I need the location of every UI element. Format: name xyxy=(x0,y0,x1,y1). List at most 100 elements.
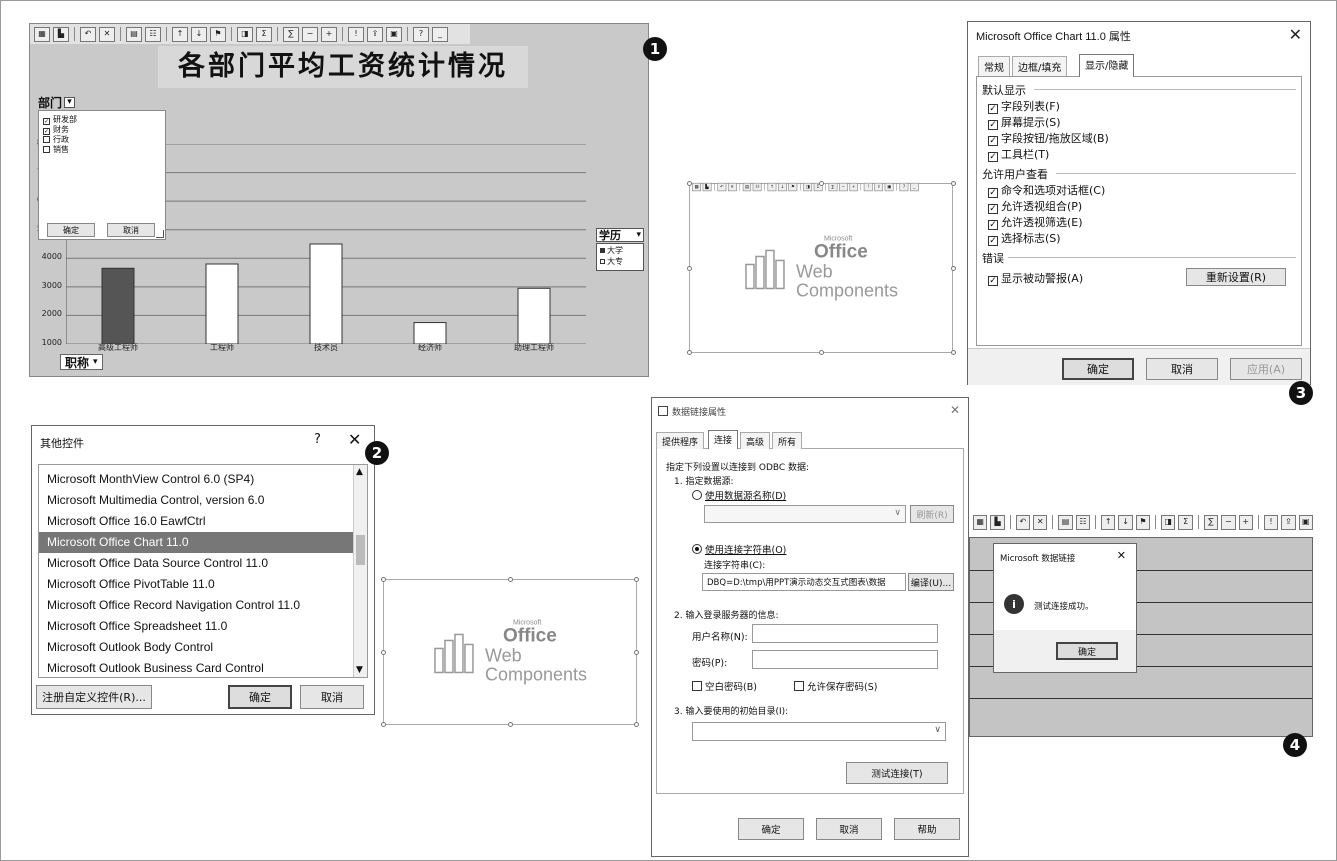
cancel-button[interactable]: 取消 xyxy=(816,818,882,840)
cancel-button[interactable]: 取消 xyxy=(300,685,364,709)
option-checkbox[interactable]: ✓ 命令和选项对话框(C) xyxy=(988,182,1105,198)
unknown-icon[interactable]: ▣ xyxy=(1298,514,1313,530)
tab-2[interactable]: 高级 xyxy=(740,432,771,449)
owc-chart-placeholder[interactable]: ▦ ▙ ↶ ✕ ▤ ☷ ↑ ↓ ⚑ ◨ Σ ∑ − +! ⇪ ▣? _ Microsoft Office Web… xyxy=(689,182,953,353)
refresh-icon[interactable]: ! xyxy=(864,182,873,191)
sort-asc-icon[interactable]: ↑ xyxy=(172,26,188,42)
chart-type-icon[interactable]: ▙ xyxy=(53,26,69,42)
blank-password-checkbox[interactable]: 空白密码(B) xyxy=(692,679,757,693)
option-checkbox[interactable]: ✓ 工具栏(T) xyxy=(988,146,1049,162)
refresh-icon[interactable]: ! xyxy=(348,26,364,42)
autofilter-icon[interactable]: ⚑ xyxy=(210,26,226,42)
resize-grip-icon[interactable] xyxy=(156,230,164,238)
filter-item[interactable]: 销售 xyxy=(43,145,77,155)
category-field-button[interactable]: 职称 ▾ xyxy=(60,354,103,370)
filter-ok-button[interactable]: 确定 xyxy=(47,223,95,237)
help-icon[interactable]: ? xyxy=(899,182,909,191)
tab-3[interactable]: 所有 xyxy=(772,432,803,449)
refresh-button[interactable]: 刷新(R) xyxy=(910,505,954,523)
option-checkbox[interactable]: ✓ 允许透视组合(P) xyxy=(988,198,1082,214)
field-list-2-icon[interactable]: ▣ xyxy=(386,26,402,42)
apply-button[interactable]: 应用(A) xyxy=(1230,358,1302,380)
legend-item[interactable]: 大学 xyxy=(600,245,640,256)
refresh-icon[interactable]: − xyxy=(1221,514,1236,530)
filter-cancel-button[interactable]: 取消 xyxy=(107,223,155,237)
option-checkbox[interactable]: ✓ 选择标志(S) xyxy=(988,230,1061,246)
resize-handle[interactable] xyxy=(508,577,513,582)
undo-icon[interactable]: ▦ xyxy=(973,514,988,530)
cancel-button[interactable]: 取消 xyxy=(1146,358,1218,380)
filter-item[interactable]: 行政 xyxy=(43,135,77,145)
sort-asc-icon[interactable]: ▤ xyxy=(1058,514,1073,530)
scroll-down-icon[interactable]: ▼ xyxy=(356,665,363,675)
control-list-item[interactable]: Microsoft Office Chart 11.0 xyxy=(39,532,353,553)
chart-wizard-icon[interactable]: ▦ xyxy=(34,26,50,42)
dsn-select[interactable]: ∨ xyxy=(704,505,906,523)
chart-wizard-icon[interactable]: ▦ xyxy=(692,182,701,191)
use-connstr-radio[interactable]: 使用连接字符串(O) xyxy=(692,542,786,556)
sort-asc-icon[interactable]: ↑ xyxy=(767,182,777,191)
delete-icon[interactable]: ▙ xyxy=(990,514,1005,530)
tab-0[interactable]: 常规 xyxy=(978,56,1010,76)
control-list-item[interactable]: Microsoft Multimedia Control, version 6.… xyxy=(39,490,353,511)
resize-handle[interactable] xyxy=(381,577,386,582)
bar-技术员[interactable] xyxy=(309,243,343,344)
close-icon[interactable]: ✕ xyxy=(1117,549,1126,562)
collapse-icon[interactable]: − xyxy=(302,26,318,42)
close-icon[interactable]: ✕ xyxy=(1289,25,1302,44)
scrollbar[interactable]: ▲ ▼ xyxy=(353,465,367,677)
help-icon[interactable]: ? xyxy=(314,432,321,447)
close-icon[interactable]: ✕ xyxy=(950,403,960,417)
close-icon[interactable]: ✕ xyxy=(348,430,361,449)
export-icon[interactable]: ⇪ xyxy=(874,182,884,191)
build-button[interactable]: 编译(U)... xyxy=(908,573,954,591)
resize-handle[interactable] xyxy=(687,181,692,186)
resize-handle[interactable] xyxy=(819,181,824,186)
tab-1[interactable]: 边框/填充 xyxy=(1012,56,1068,76)
delete-icon[interactable]: ✕ xyxy=(99,26,115,42)
ok-button[interactable]: 确定 xyxy=(738,818,804,840)
reset-button[interactable]: 重新设置(R) xyxy=(1186,268,1286,286)
resize-handle[interactable] xyxy=(687,350,692,355)
unknown-icon[interactable]: _ xyxy=(910,182,919,191)
test-connection-button[interactable]: 测试连接(T) xyxy=(846,762,948,784)
filter-field-button[interactable]: 部门 ▾ xyxy=(38,94,76,110)
autofilter-icon[interactable]: ⚑ xyxy=(788,182,798,191)
chart-type-icon[interactable]: ▙ xyxy=(702,182,712,191)
bar-助理工程师[interactable] xyxy=(517,287,551,344)
ok-button[interactable]: 确定 xyxy=(1062,358,1134,380)
subtotal-icon[interactable]: ◨ xyxy=(1161,514,1176,530)
initial-catalog-select[interactable]: ∨ xyxy=(692,722,946,741)
series-field-button[interactable]: 学历 ▾ xyxy=(596,228,644,242)
resize-handle[interactable] xyxy=(381,650,386,655)
tab-2[interactable]: 显示/隐藏 xyxy=(1079,54,1135,77)
password-input[interactable] xyxy=(752,650,938,669)
field-list-icon[interactable]: ▤ xyxy=(126,26,142,42)
control-list-item[interactable]: Microsoft Office Record Navigation Contr… xyxy=(39,595,353,616)
option-checkbox[interactable]: ✓ 屏幕提示(S) xyxy=(988,114,1061,130)
use-dsn-radio[interactable]: 使用数据源名称(D) xyxy=(692,488,786,502)
show-details-icon[interactable]: ◨ xyxy=(237,26,253,42)
autofilter-icon[interactable]: ↑ xyxy=(1101,514,1116,530)
resize-handle[interactable] xyxy=(951,350,956,355)
bar-工程师[interactable] xyxy=(205,263,239,344)
save-password-checkbox[interactable]: 允许保存密码(S) xyxy=(794,679,877,693)
option-checkbox[interactable]: ✓ 允许透视筛选(E) xyxy=(988,214,1083,230)
resize-handle[interactable] xyxy=(951,181,956,186)
autocalc-icon[interactable]: ⚑ xyxy=(1135,514,1151,530)
bar-高级工程师[interactable] xyxy=(101,267,135,344)
export-icon[interactable]: ⇪ xyxy=(367,26,383,42)
undo-icon[interactable]: ↶ xyxy=(80,26,96,42)
connstr-input[interactable]: DBQ=D:\tmp\用PPT演示动态交互式图表\数据 xyxy=(702,573,906,591)
username-input[interactable] xyxy=(752,624,938,643)
filter-item[interactable]: ✓ 财务 xyxy=(43,125,77,135)
collapse-icon[interactable]: Σ xyxy=(1178,514,1193,530)
undo-icon[interactable]: ↶ xyxy=(717,182,727,191)
control-list-item[interactable]: Microsoft Outlook Business Card Control xyxy=(39,658,353,677)
show-details-icon[interactable]: ↓ xyxy=(1118,514,1133,530)
option-checkbox[interactable]: ✓ 字段列表(F) xyxy=(988,98,1060,114)
resize-handle[interactable] xyxy=(381,722,386,727)
resize-handle[interactable] xyxy=(634,722,639,727)
help-icon[interactable]: ? xyxy=(413,26,429,42)
help-button[interactable]: 帮助 xyxy=(894,818,960,840)
